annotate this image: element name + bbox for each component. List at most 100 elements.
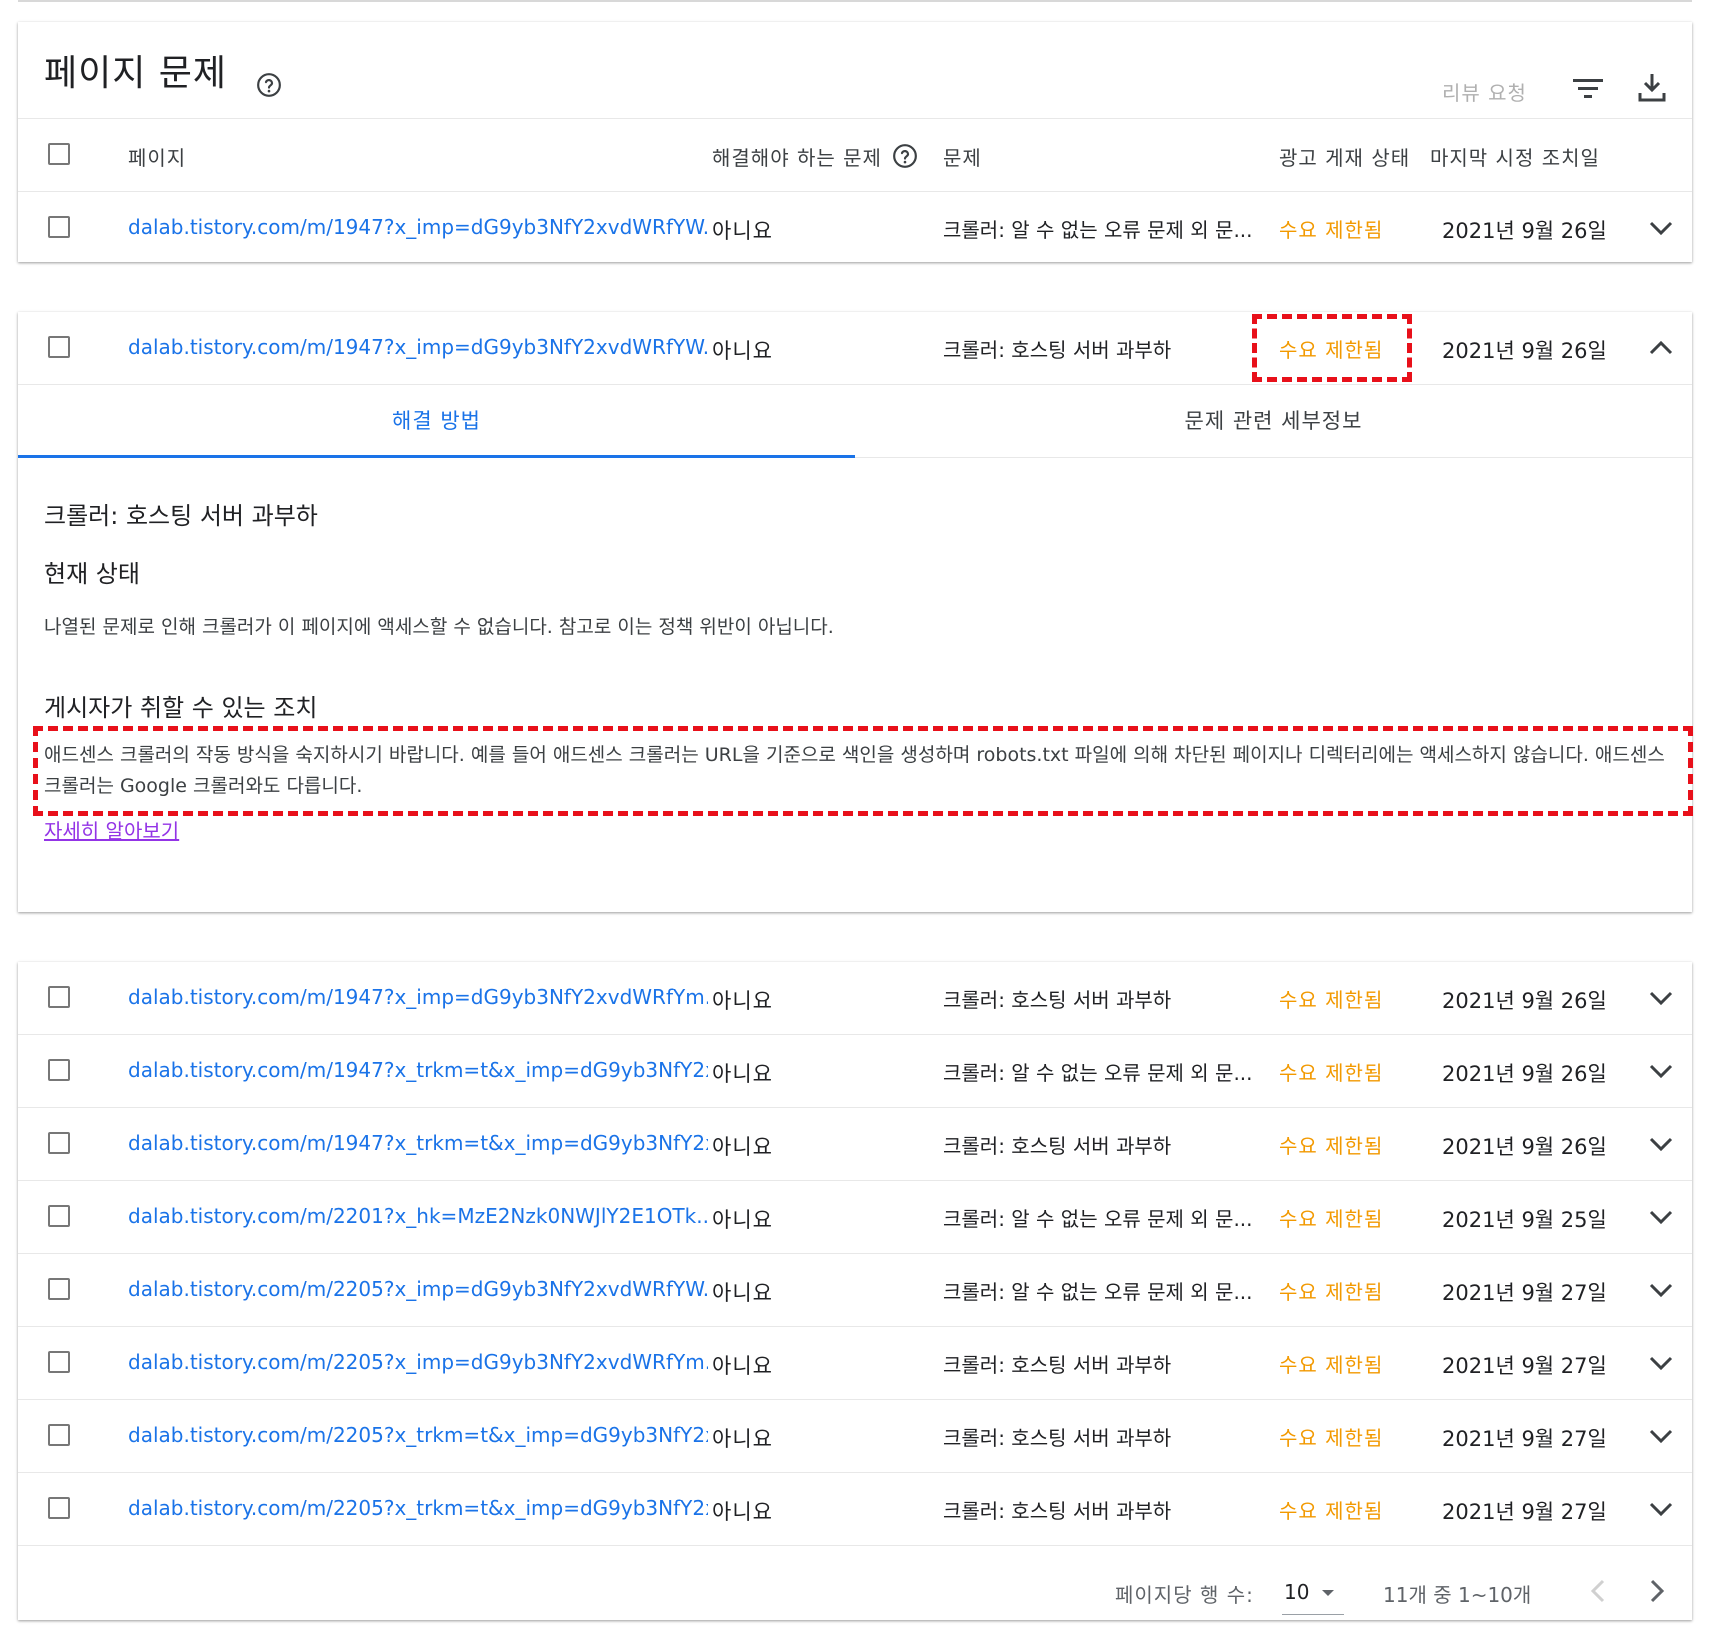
- issue-text: 크롤러: 호스팅 서버 과부하: [943, 1353, 1172, 1377]
- column-header-last-action[interactable]: 마지막 시정 조치일: [1430, 142, 1600, 171]
- chevron-down-icon[interactable]: [1645, 1276, 1677, 1304]
- table-row[interactable]: dalab.tistory.com/m/2205?x_imp=dG9yb3NfY…: [18, 1327, 1692, 1400]
- issue-text: 크롤러: 호스팅 서버 과부하: [943, 1134, 1172, 1158]
- row-checkbox[interactable]: [48, 1132, 70, 1154]
- issue-text: 크롤러: 호스팅 서버 과부하: [943, 1499, 1172, 1523]
- row-checkbox[interactable]: [48, 216, 70, 238]
- page-url-link[interactable]: dalab.tistory.com/m/2201?x_hk=MzE2Nzk0NW…: [128, 1204, 708, 1228]
- must-fix-value: 아니요: [712, 339, 773, 363]
- table-row[interactable]: dalab.tistory.com/m/1947?x_trkm=t&x_imp=…: [18, 1035, 1692, 1108]
- row-checkbox[interactable]: [48, 1059, 70, 1081]
- learn-more-link[interactable]: 자세히 알아보기: [44, 815, 179, 844]
- row-checkbox[interactable]: [48, 1351, 70, 1373]
- chevron-down-icon[interactable]: [1645, 214, 1677, 242]
- detail-heading: 크롤러: 호스팅 서버 과부하: [44, 502, 318, 530]
- dropdown-arrow-icon: [1322, 1590, 1334, 1596]
- table-row[interactable]: dalab.tistory.com/m/1947?x_imp=dG9yb3NfY…: [18, 192, 1692, 264]
- last-action-date: 2021년 9월 27일: [1442, 1500, 1607, 1524]
- pagination-range: 11개 중 1~10개: [1383, 1583, 1532, 1607]
- page-url-link[interactable]: dalab.tistory.com/m/1947?x_imp=dG9yb3NfY…: [128, 985, 708, 1009]
- table-row[interactable]: dalab.tistory.com/m/2201?x_hk=MzE2Nzk0NW…: [18, 1181, 1692, 1254]
- download-icon[interactable]: [1635, 70, 1669, 104]
- must-fix-value: 아니요: [712, 1427, 773, 1451]
- help-circle-icon[interactable]: [256, 72, 282, 98]
- must-fix-value: 아니요: [712, 1062, 773, 1086]
- table-row[interactable]: dalab.tistory.com/m/2205?x_imp=dG9yb3NfY…: [18, 1254, 1692, 1327]
- page-issues-card: 페이지 문제 리뷰 요청 페이지 해결해야 하는 문제 문제 광고 게재 상태 …: [18, 22, 1692, 262]
- last-action-date: 2021년 9월 26일: [1442, 1135, 1607, 1159]
- last-action-date: 2021년 9월 26일: [1442, 1062, 1607, 1086]
- must-fix-value: 아니요: [712, 1354, 773, 1378]
- issue-text: 크롤러: 알 수 없는 오류 문제 외 문...: [943, 1061, 1253, 1085]
- select-all-checkbox[interactable]: [48, 143, 70, 165]
- table-row[interactable]: dalab.tistory.com/m/1947?x_imp=dG9yb3NfY…: [18, 962, 1692, 1035]
- chevron-down-icon[interactable]: [1645, 1495, 1677, 1523]
- table-header-row: 페이지 해결해야 하는 문제 문제 광고 게재 상태 마지막 시정 조치일: [18, 119, 1692, 192]
- row-checkbox[interactable]: [48, 336, 70, 358]
- chevron-down-icon[interactable]: [1645, 1130, 1677, 1158]
- detail-tabs: 해결 방법 문제 관련 세부정보: [18, 385, 1692, 458]
- issue-text: 크롤러: 호스팅 서버 과부하: [943, 1426, 1172, 1450]
- page-url-link[interactable]: dalab.tistory.com/m/2205?x_imp=dG9yb3NfY…: [128, 1350, 708, 1374]
- row-checkbox[interactable]: [48, 1205, 70, 1227]
- page-url-link[interactable]: dalab.tistory.com/m/1947?x_imp=dG9yb3NfY…: [128, 335, 708, 359]
- page-issues-list-card: dalab.tistory.com/m/1947?x_imp=dG9yb3NfY…: [18, 962, 1692, 1620]
- ad-status-badge: 수요 제한됨: [1279, 1134, 1384, 1158]
- filter-list-icon[interactable]: [1571, 74, 1605, 104]
- column-header-must-fix[interactable]: 해결해야 하는 문제: [712, 142, 882, 171]
- chevron-down-icon[interactable]: [1645, 1203, 1677, 1231]
- must-fix-value: 아니요: [712, 1281, 773, 1305]
- issue-text: 크롤러: 호스팅 서버 과부하: [943, 988, 1172, 1012]
- table-row[interactable]: dalab.tistory.com/m/2205?x_trkm=t&x_imp=…: [18, 1400, 1692, 1473]
- table-row[interactable]: dalab.tistory.com/m/2205?x_trkm=t&x_imp=…: [18, 1473, 1692, 1546]
- chevron-left-icon[interactable]: [1586, 1576, 1610, 1606]
- chevron-down-icon[interactable]: [1645, 1349, 1677, 1377]
- table-row[interactable]: dalab.tistory.com/m/1947?x_trkm=t&x_imp=…: [18, 1108, 1692, 1181]
- expanded-table-row[interactable]: dalab.tistory.com/m/1947?x_imp=dG9yb3NfY…: [18, 312, 1692, 385]
- page-url-link[interactable]: dalab.tistory.com/m/2205?x_trkm=t&x_imp=…: [128, 1496, 708, 1520]
- chevron-down-icon[interactable]: [1645, 984, 1677, 1012]
- ad-status-badge: 수요 제한됨: [1279, 1353, 1384, 1377]
- column-header-issue[interactable]: 문제: [943, 142, 982, 171]
- page-url-link[interactable]: dalab.tistory.com/m/1947?x_imp=dG9yb3NfY…: [128, 215, 708, 239]
- last-action-date: 2021년 9월 25일: [1442, 1208, 1607, 1232]
- last-action-date: 2021년 9월 27일: [1442, 1427, 1607, 1451]
- last-action-date: 2021년 9월 26일: [1442, 989, 1607, 1013]
- row-checkbox[interactable]: [48, 1424, 70, 1446]
- column-header-ad-status[interactable]: 광고 게재 상태: [1279, 142, 1410, 171]
- ad-status-badge: 수요 제한됨: [1279, 218, 1384, 242]
- row-checkbox[interactable]: [48, 986, 70, 1008]
- must-fix-value: 아니요: [712, 219, 773, 243]
- last-action-date: 2021년 9월 27일: [1442, 1281, 1607, 1305]
- page-url-link[interactable]: dalab.tistory.com/m/2205?x_imp=dG9yb3NfY…: [128, 1277, 708, 1301]
- row-checkbox[interactable]: [48, 1497, 70, 1519]
- page-title: 페이지 문제: [44, 53, 228, 94]
- current-status-title: 현재 상태: [44, 560, 140, 588]
- chevron-down-icon[interactable]: [1645, 1422, 1677, 1450]
- issue-text: 크롤러: 알 수 없는 오류 문제 외 문...: [943, 1280, 1253, 1304]
- tab-how-to-fix[interactable]: 해결 방법: [18, 385, 855, 458]
- chevron-right-icon[interactable]: [1645, 1576, 1669, 1606]
- issue-text: 크롤러: 알 수 없는 오류 문제 외 문...: [943, 1207, 1253, 1231]
- card-header: 페이지 문제 리뷰 요청: [18, 22, 1692, 119]
- ad-status-badge: 수요 제한됨: [1279, 1207, 1384, 1231]
- chevron-down-icon[interactable]: [1645, 1057, 1677, 1085]
- must-fix-value: 아니요: [712, 1500, 773, 1524]
- review-request-button[interactable]: 리뷰 요청: [1442, 77, 1527, 106]
- must-fix-value: 아니요: [712, 1208, 773, 1232]
- last-action-date: 2021년 9월 26일: [1442, 219, 1607, 243]
- page-url-link[interactable]: dalab.tistory.com/m/1947?x_trkm=t&x_imp=…: [128, 1058, 708, 1082]
- last-action-date: 2021년 9월 27일: [1442, 1354, 1607, 1378]
- status-highlight-box: [1252, 314, 1412, 382]
- rows-per-page-select[interactable]: 10: [1282, 1572, 1344, 1615]
- chevron-up-icon[interactable]: [1645, 334, 1677, 362]
- row-checkbox[interactable]: [48, 1278, 70, 1300]
- help-circle-icon[interactable]: [892, 143, 918, 169]
- actions-highlight-box: [33, 726, 1693, 816]
- must-fix-value: 아니요: [712, 989, 773, 1013]
- column-header-page[interactable]: 페이지: [128, 142, 186, 171]
- page-url-link[interactable]: dalab.tistory.com/m/1947?x_trkm=t&x_imp=…: [128, 1131, 708, 1155]
- tab-issue-details[interactable]: 문제 관련 세부정보: [855, 385, 1692, 457]
- must-fix-value: 아니요: [712, 1135, 773, 1159]
- page-url-link[interactable]: dalab.tistory.com/m/2205?x_trkm=t&x_imp=…: [128, 1423, 708, 1447]
